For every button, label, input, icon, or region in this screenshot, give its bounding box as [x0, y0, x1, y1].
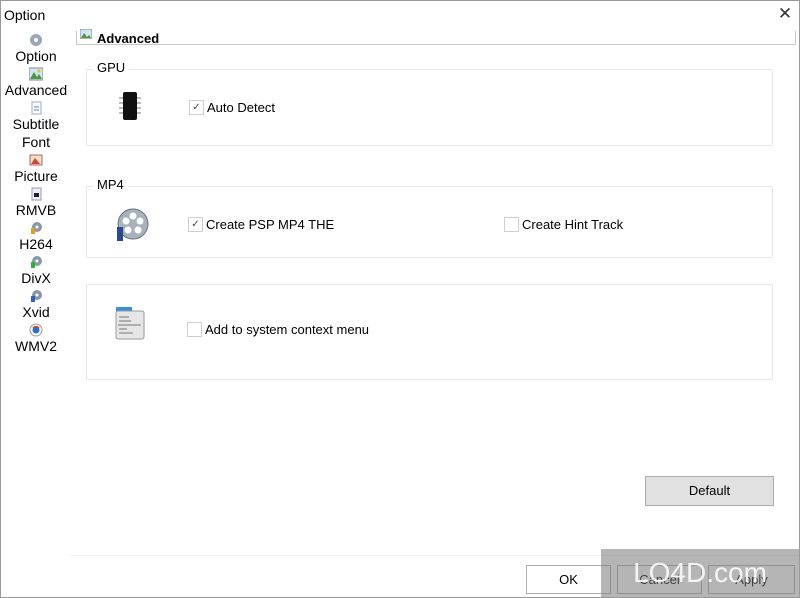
checkbox-unchecked[interactable]: [187, 322, 202, 337]
subtitle-document-icon: [31, 101, 42, 115]
gpu-group: GPU ✓ Auto Detect: [86, 60, 773, 146]
sidebar-item-subtitle[interactable]: Subtitle Font: [1, 99, 71, 151]
gear-cd-icon: [30, 34, 42, 46]
section-header: Advanced: [76, 29, 796, 46]
sidebar-item-label: DivX: [21, 270, 51, 286]
window-title: Option: [4, 7, 46, 23]
rmvb-file-icon: [31, 187, 42, 201]
context-menu-checkbox[interactable]: Add to system context menu: [187, 322, 369, 337]
psp-mp4-label: Create PSP MP4 THE: [206, 217, 335, 232]
auto-detect-label: Auto Detect: [207, 100, 275, 115]
section-title: Advanced: [97, 31, 160, 46]
picture-icon: [29, 154, 43, 166]
checkbox-checked[interactable]: ✓: [189, 100, 204, 115]
film-reel-icon: [117, 208, 149, 241]
footer-divider: [69, 555, 799, 556]
sidebar-item-label: Font: [21, 134, 50, 150]
sidebar-item-option[interactable]: Option: [1, 31, 71, 65]
checkbox-unchecked[interactable]: [504, 217, 519, 232]
sidebar: Option Advanced Subtitle Font Picture RM…: [1, 31, 71, 355]
psp-mp4-checkbox[interactable]: ✓ Create PSP MP4 THE: [188, 217, 334, 232]
advanced-image-icon: [29, 67, 43, 81]
sidebar-item-xvid[interactable]: Xvid: [1, 287, 71, 321]
sidebar-item-label: Picture: [14, 168, 58, 184]
hint-track-checkbox[interactable]: Create Hint Track: [504, 217, 623, 232]
sidebar-item-picture[interactable]: Picture: [1, 151, 71, 185]
sidebar-item-label: Xvid: [22, 304, 50, 320]
ok-button[interactable]: OK: [526, 565, 611, 594]
chip-icon: [119, 92, 141, 120]
advanced-image-icon: [80, 29, 92, 39]
close-icon[interactable]: ✕: [776, 5, 794, 23]
context-group: Add to system context menu: [86, 284, 773, 380]
sidebar-item-wmv2[interactable]: WMV2: [1, 321, 71, 355]
mp4-group: MP4 ✓ Create PSP MP4 THE Create Hint Tra…: [86, 177, 773, 258]
sidebar-item-h264[interactable]: H264: [1, 219, 71, 253]
checkbox-checked[interactable]: ✓: [188, 217, 203, 232]
sidebar-item-label: WMV2: [15, 338, 57, 354]
xvid-reel-icon: [31, 290, 42, 302]
sidebar-item-label: Advanced: [4, 82, 68, 98]
default-button[interactable]: Default: [645, 476, 774, 506]
divx-reel-icon: [31, 256, 42, 268]
sidebar-item-label: Subtitle: [12, 116, 60, 132]
wmv-icon: [29, 323, 43, 337]
sidebar-item-label: H264: [19, 236, 53, 252]
context-menu-label: Add to system context menu: [205, 322, 370, 337]
apply-button[interactable]: Apply: [708, 565, 795, 594]
sidebar-item-divx[interactable]: DivX: [1, 253, 71, 287]
auto-detect-checkbox[interactable]: ✓ Auto Detect: [189, 100, 275, 115]
sidebar-item-rmvb[interactable]: RMVB: [1, 185, 71, 219]
sidebar-item-advanced[interactable]: Advanced: [1, 65, 71, 99]
cancel-button[interactable]: Cancel: [617, 565, 702, 594]
sidebar-item-label: RMVB: [15, 202, 57, 218]
hint-track-label: Create Hint Track: [522, 217, 624, 232]
mp4-legend: MP4: [93, 177, 128, 192]
options-window: Option ✕ Option Advanced Subtitle Font P…: [0, 0, 800, 598]
context-menu-icon: [115, 307, 145, 340]
sidebar-item-label: Option: [15, 48, 57, 64]
gpu-legend: GPU: [93, 60, 130, 75]
h264-reel-icon: [31, 222, 42, 234]
